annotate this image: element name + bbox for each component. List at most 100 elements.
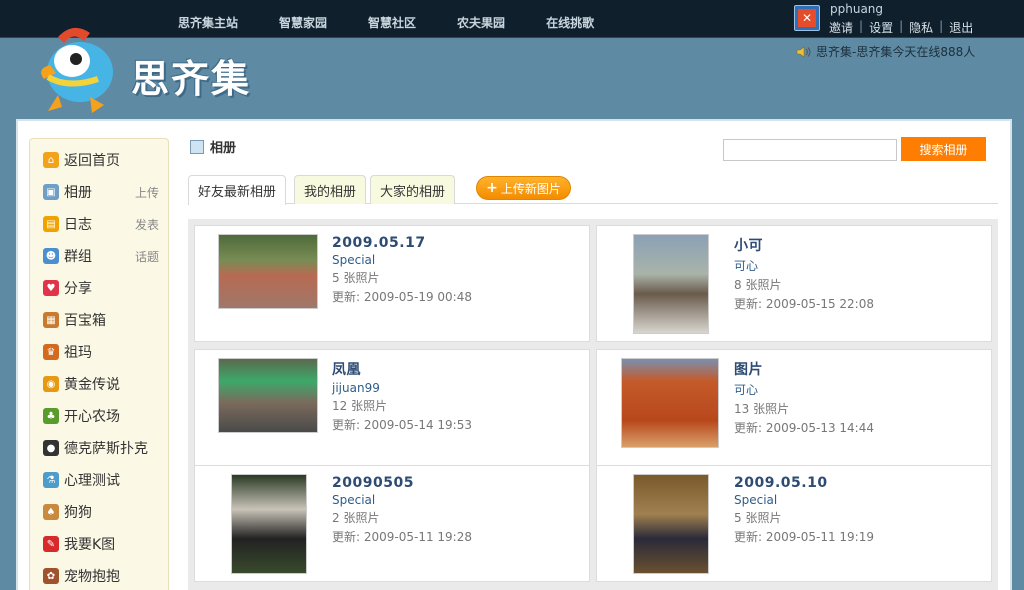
test-icon: ⚗: [43, 472, 59, 488]
topnav-main-site[interactable]: 思齐集主站: [178, 14, 238, 31]
album-cover-thumbnail[interactable]: [218, 358, 318, 433]
updated-time: 更新: 2009-05-11 19:19: [734, 530, 874, 544]
topnav-online-songs[interactable]: 在线挑歌: [546, 14, 594, 31]
album-search-input[interactable]: [723, 139, 897, 161]
album-cover-thumbnail[interactable]: [633, 474, 709, 574]
album-owner[interactable]: Special: [332, 493, 472, 507]
upload-photo-button[interactable]: + 上传新图片: [476, 176, 571, 200]
album-card[interactable]: 2009.05.17 Special 5 张照片 更新: 2009-05-19 00:…: [194, 225, 590, 342]
album-cover-thumbnail[interactable]: [633, 234, 709, 334]
updated-time: 更新: 2009-05-19 00:48: [332, 290, 472, 304]
sidebar-item-label: 德克萨斯扑克: [64, 441, 148, 457]
album-owner[interactable]: jijuan99: [332, 381, 472, 395]
blog-icon: ▤: [43, 216, 59, 232]
album-cover-thumbnail[interactable]: [218, 234, 318, 309]
farm-icon: ♣: [43, 408, 59, 424]
sidebar-item-2[interactable]: ▤ 日志 发表: [43, 213, 159, 235]
avatar[interactable]: ✕: [794, 5, 820, 31]
album-card[interactable]: 小可 可心 8 张照片 更新: 2009-05-15 22:08: [596, 225, 992, 342]
sidebar-item-action[interactable]: 上传: [135, 184, 159, 201]
photo-count: 13 张照片: [734, 402, 790, 416]
album-content: 相册 搜索相册 好友最新相册 我的相册 大家的相册 + 上传新图片 2009.0…: [188, 121, 1002, 590]
tab-friends-albums[interactable]: 好友最新相册: [188, 175, 287, 205]
sidebar-item-1[interactable]: ▣ 相册 上传: [43, 181, 159, 203]
sidebar-item-label: 返回首页: [64, 153, 120, 169]
album-name[interactable]: 20090505: [332, 475, 472, 491]
updated-time: 更新: 2009-05-13 14:44: [734, 421, 874, 435]
photo-count: 12 张照片: [332, 399, 388, 413]
album-owner[interactable]: Special: [734, 493, 874, 507]
online-status: 思齐集-思齐集今天在线888人: [796, 43, 975, 60]
album-card[interactable]: 图片可心 13 张照片更新: 2009-05-13 14:44: [596, 349, 992, 466]
album-info: 2009.05.10 Special 5 张照片 更新: 2009-05-11 19:…: [734, 475, 874, 545]
tab-all-albums[interactable]: 大家的相册: [370, 175, 456, 204]
username[interactable]: pphuang: [830, 2, 883, 16]
site-logo-text[interactable]: 思齐集: [131, 48, 251, 103]
gold-icon: ◉: [43, 376, 59, 392]
topnav-smart-home[interactable]: 智慧家园: [279, 14, 327, 31]
album-name[interactable]: 2009.05.17: [332, 235, 472, 251]
main-container: ⌂ 返回首页 ▣ 相册 上传 ▤ 日志 发表 ☻ 群组 话题 ♥ 分享 ▦ 百宝箱 ♛ 祖玛 ◉ 黄金传说 ♣ 开心农场…: [16, 119, 1012, 590]
album-card[interactable]: 20090505 Special 2 张照片 更新: 2009-05-11 19:28: [194, 465, 590, 582]
invite-link[interactable]: 邀请: [829, 19, 853, 36]
album-cover-thumbnail[interactable]: [231, 474, 307, 574]
sidebar-item-9[interactable]: ● 德克萨斯扑克: [43, 437, 159, 459]
sidebar-item-action[interactable]: 话题: [135, 248, 159, 265]
album-name[interactable]: 图片: [734, 359, 874, 379]
share-icon: ♥: [43, 280, 59, 296]
sidebar-item-12[interactable]: ✎ 我要K图: [43, 533, 159, 555]
plus-icon: +: [486, 180, 498, 196]
topnav-farm-orchard[interactable]: 农夫果园: [457, 14, 505, 31]
kpic-icon: ✎: [43, 536, 59, 552]
album-name[interactable]: 小可: [734, 235, 874, 255]
album-owner[interactable]: Special: [332, 253, 472, 267]
sidebar-item-label: 开心农场: [64, 409, 120, 425]
search-album-button[interactable]: 搜索相册: [901, 137, 986, 161]
upload-photo-label: 上传新图片: [500, 181, 561, 196]
user-links: 邀请 | 设置 | 隐私 | 退出: [829, 19, 973, 36]
updated-time: 更新: 2009-05-11 19:28: [332, 530, 472, 544]
sidebar-item-3[interactable]: ☻ 群组 话题: [43, 245, 159, 267]
album-grid: 2009.05.17 Special 5 张照片 更新: 2009-05-19 00:…: [188, 219, 998, 590]
album-tabs: 好友最新相册 我的相册 大家的相册 + 上传新图片: [188, 174, 998, 205]
sidebar: ⌂ 返回首页 ▣ 相册 上传 ▤ 日志 发表 ☻ 群组 话题 ♥ 分享 ▦ 百宝箱 ♛ 祖玛 ◉ 黄金传说 ♣ 开心农场…: [29, 138, 169, 590]
album-card[interactable]: 2009.05.10 Special 5 张照片 更新: 2009-05-11 19:…: [596, 465, 992, 582]
sidebar-item-label: 宠物抱抱: [64, 569, 120, 585]
sidebar-item-0[interactable]: ⌂ 返回首页: [43, 149, 159, 171]
sidebar-item-label: 群组: [64, 249, 92, 265]
page-title: 相册: [190, 137, 236, 156]
sidebar-item-10[interactable]: ⚗ 心理测试: [43, 469, 159, 491]
dog-icon: ♠: [43, 504, 59, 520]
separator: |: [899, 19, 904, 33]
separator: |: [859, 19, 864, 33]
sidebar-item-11[interactable]: ♠ 狗狗: [43, 501, 159, 523]
sidebar-item-label: 日志: [64, 217, 92, 233]
sidebar-item-5[interactable]: ▦ 百宝箱: [43, 309, 159, 331]
album-owner[interactable]: 可心: [734, 381, 874, 398]
tab-my-albums[interactable]: 我的相册: [294, 175, 367, 204]
top-nav: 思齐集主站 智慧家园 智慧社区 农夫果园 在线挑歌: [178, 14, 635, 31]
mascot-bird-logo[interactable]: [28, 17, 128, 117]
treasure-icon: ▦: [43, 312, 59, 328]
sidebar-item-label: 我要K图: [64, 537, 116, 553]
online-text: 思齐集-思齐集今天在线888人: [816, 45, 976, 59]
sidebar-item-13[interactable]: ✿ 宠物抱抱: [43, 565, 159, 587]
privacy-link[interactable]: 隐私: [909, 19, 933, 36]
album-name[interactable]: 凤凰: [332, 359, 472, 379]
sidebar-item-7[interactable]: ◉ 黄金传说: [43, 373, 159, 395]
topnav-smart-community[interactable]: 智慧社区: [368, 14, 416, 31]
sidebar-item-action[interactable]: 发表: [135, 216, 159, 233]
sidebar-item-label: 分享: [64, 281, 92, 297]
logout-link[interactable]: 退出: [949, 19, 973, 36]
settings-link[interactable]: 设置: [869, 19, 893, 36]
album-card[interactable]: 凤凰 jijuan99 12 张照片 更新: 2009-05-14 19:53: [194, 349, 590, 466]
sidebar-item-label: 狗狗: [64, 505, 92, 521]
sidebar-item-8[interactable]: ♣ 开心农场: [43, 405, 159, 427]
sidebar-item-6[interactable]: ♛ 祖玛: [43, 341, 159, 363]
album-owner[interactable]: 可心: [734, 257, 874, 274]
album-name[interactable]: 2009.05.10: [734, 475, 874, 491]
sidebar-item-label: 百宝箱: [64, 313, 106, 329]
album-cover-thumbnail[interactable]: [621, 358, 719, 448]
sidebar-item-4[interactable]: ♥ 分享: [43, 277, 159, 299]
album-info: 凤凰 jijuan99 12 张照片 更新: 2009-05-14 19:53: [332, 359, 472, 433]
